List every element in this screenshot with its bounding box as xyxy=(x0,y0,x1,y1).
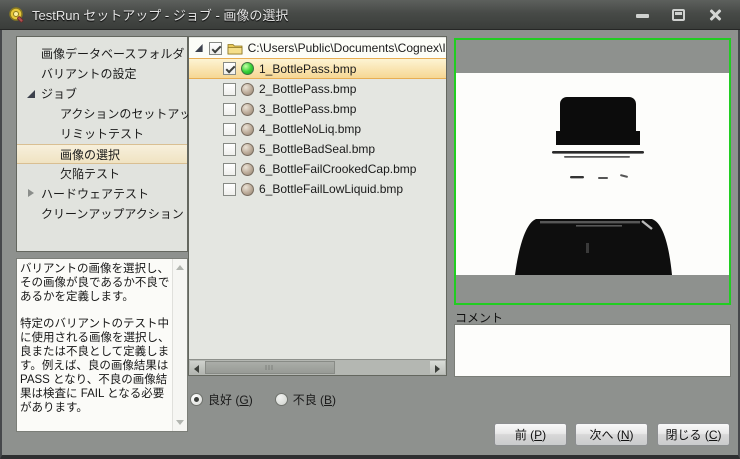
nav-item-action-setup[interactable]: アクションのセットアップ xyxy=(17,104,187,124)
nav-item-image-database-folder[interactable]: 画像データベースフォルダ xyxy=(17,44,187,64)
window-controls xyxy=(632,6,732,24)
nav-label: 欠陥テスト xyxy=(60,164,120,184)
close-button[interactable] xyxy=(704,6,726,24)
nav-item-defect-test[interactable]: 欠陥テスト xyxy=(17,164,187,184)
nav-label: クリーンアップアクション xyxy=(41,204,184,224)
description-paragraph: バリアントの画像を選択し、その画像が良であるか不良であるかを定義します。 xyxy=(20,262,170,304)
prev-button[interactable]: 前 (P) xyxy=(494,423,567,446)
collapsed-triangle-icon[interactable] xyxy=(28,189,34,197)
close-icon xyxy=(708,9,721,21)
scroll-right-button[interactable] xyxy=(430,361,445,374)
file-row-selected[interactable]: 1_BottlePass.bmp xyxy=(189,58,446,79)
file-name: 2_BottlePass.bmp xyxy=(259,82,356,96)
nav-label: ハードウェアテスト xyxy=(41,184,149,204)
file-checkbox[interactable] xyxy=(223,123,236,136)
file-row[interactable]: 6_BottleFailCrookedCap.bmp xyxy=(189,159,446,179)
radio-good-icon[interactable] xyxy=(190,393,203,406)
window-title: TestRun セットアップ - ジョブ - 画像の選択 xyxy=(32,5,288,24)
description-scrollbar[interactable] xyxy=(172,259,187,431)
nav-item-hardware-test[interactable]: ハードウェアテスト xyxy=(17,184,187,204)
status-neutral-icon xyxy=(241,183,254,196)
minimize-button[interactable] xyxy=(632,6,654,24)
comment-input[interactable] xyxy=(454,324,731,377)
wizard-step-tree: 画像データベースフォルダ バリアントの設定 ジョブ アクションのセットアップ リ… xyxy=(16,36,188,252)
file-checkbox[interactable] xyxy=(223,163,236,176)
bottle-graphic xyxy=(456,73,729,275)
nav-label: バリアントの設定 xyxy=(41,64,137,84)
file-checkbox[interactable] xyxy=(223,183,236,196)
description-paragraph: 特定のバリアントのテスト中に使用される画像を選択し、良または不良として定義します… xyxy=(20,317,170,415)
nav-item-limit-test[interactable]: リミットテスト xyxy=(17,124,187,144)
step-description-text: バリアントの画像を選択し、その画像が良であるか不良であるかを定義します。 特定の… xyxy=(20,262,170,428)
file-row[interactable]: 2_BottlePass.bmp xyxy=(189,79,446,99)
nav-item-image-selection-selected[interactable]: 画像の選択 xyxy=(17,144,187,164)
step-description-panel: バリアントの画像を選択し、その画像が良であるか不良であるかを定義します。 特定の… xyxy=(16,258,188,432)
grade-radio-group: 良好 (G) 不良 (B) xyxy=(190,391,336,408)
nav-label: リミットテスト xyxy=(60,124,144,144)
nav-label: 画像データベースフォルダ xyxy=(41,44,184,64)
status-neutral-icon xyxy=(241,103,254,116)
file-checkbox[interactable] xyxy=(223,143,236,156)
close-dialog-button[interactable]: 閉じる (C) xyxy=(657,423,730,446)
scrollbar-thumb[interactable] xyxy=(205,361,335,374)
minimize-icon xyxy=(636,14,649,18)
nav-label: ジョブ xyxy=(41,84,77,104)
file-name: 6_BottleFailLowLiquid.bmp xyxy=(259,182,403,196)
scroll-left-icon xyxy=(194,365,199,373)
maximize-icon xyxy=(672,9,685,21)
scroll-up-icon[interactable] xyxy=(176,265,184,270)
horizontal-scrollbar[interactable] xyxy=(189,359,446,375)
app-magnifier-icon xyxy=(8,6,26,24)
nav-item-variant-settings[interactable]: バリアントの設定 xyxy=(17,64,187,84)
expanded-triangle-icon[interactable] xyxy=(195,44,203,52)
folder-path: C:\Users\Public\Documents\Cognex\I... xyxy=(248,41,446,55)
file-name: 6_BottleFailCrookedCap.bmp xyxy=(259,162,416,176)
scroll-left-button[interactable] xyxy=(190,361,205,374)
next-button[interactable]: 次へ (N) xyxy=(575,423,648,446)
radio-bad-icon[interactable] xyxy=(275,393,288,406)
file-row[interactable]: 6_BottleFailLowLiquid.bmp xyxy=(189,179,446,199)
file-name: 5_BottleBadSeal.bmp xyxy=(259,142,375,156)
scroll-down-icon[interactable] xyxy=(176,420,184,425)
file-row[interactable]: 4_BottleNoLiq.bmp xyxy=(189,119,446,139)
file-row[interactable]: 3_BottlePass.bmp xyxy=(189,99,446,119)
expanded-triangle-icon[interactable] xyxy=(27,90,35,98)
title-bar: TestRun セットアップ - ジョブ - 画像の選択 xyxy=(0,0,740,30)
maximize-button[interactable] xyxy=(668,6,690,24)
file-checkbox[interactable] xyxy=(223,83,236,96)
file-row[interactable]: 5_BottleBadSeal.bmp xyxy=(189,139,446,159)
status-neutral-icon xyxy=(241,123,254,136)
status-good-icon xyxy=(241,62,254,75)
image-preview-frame xyxy=(454,38,731,305)
file-checkbox[interactable] xyxy=(223,103,236,116)
file-name: 1_BottlePass.bmp xyxy=(259,62,356,76)
status-neutral-icon xyxy=(241,143,254,156)
nav-item-cleanup-action[interactable]: クリーンアップアクション xyxy=(17,204,187,224)
folder-row[interactable]: C:\Users\Public\Documents\Cognex\I... xyxy=(189,38,446,58)
file-name: 3_BottlePass.bmp xyxy=(259,102,356,116)
nav-label: アクションのセットアップ xyxy=(60,104,203,124)
nav-label: 画像の選択 xyxy=(60,145,120,165)
folder-checkbox[interactable] xyxy=(209,42,222,55)
radio-good-label: 良好 (G) xyxy=(208,391,253,408)
image-file-list: C:\Users\Public\Documents\Cognex\I... 1_… xyxy=(188,36,447,376)
testrun-setup-dialog: TestRun セットアップ - ジョブ - 画像の選択 画像データベースフォル… xyxy=(0,0,740,459)
folder-icon xyxy=(227,42,243,55)
bottle-preview-image xyxy=(456,73,729,275)
status-neutral-icon xyxy=(241,163,254,176)
radio-good[interactable]: 良好 (G) xyxy=(190,391,253,408)
scroll-right-icon xyxy=(435,365,440,373)
status-neutral-icon xyxy=(241,83,254,96)
file-name: 4_BottleNoLiq.bmp xyxy=(259,122,361,136)
radio-bad[interactable]: 不良 (B) xyxy=(275,391,336,408)
nav-item-job[interactable]: ジョブ xyxy=(17,84,187,104)
file-checkbox[interactable] xyxy=(223,62,236,75)
radio-bad-label: 不良 (B) xyxy=(293,391,336,408)
